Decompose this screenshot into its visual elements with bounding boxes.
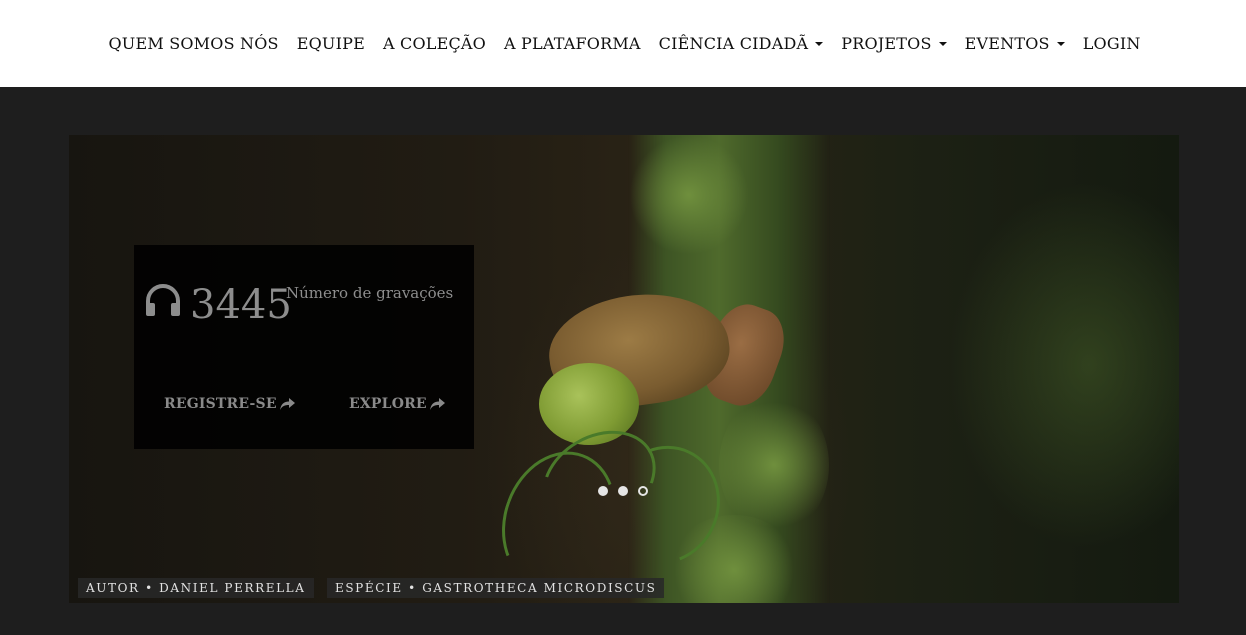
nav-item-login[interactable]: LOGIN xyxy=(1074,34,1150,53)
nav-item-ciencia-cidada[interactable]: CIÊNCIA CIDADÃ xyxy=(650,34,833,53)
top-navbar: QUEM SOMOS NÓS EQUIPE A COLEÇÃO A PLATAF… xyxy=(0,0,1246,87)
headphones-icon xyxy=(146,284,180,316)
caret-down-icon xyxy=(1056,42,1065,46)
nav-menu: QUEM SOMOS NÓS EQUIPE A COLEÇÃO A PLATAF… xyxy=(99,34,1149,53)
caret-down-icon xyxy=(815,42,824,46)
caret-down-icon xyxy=(938,42,947,46)
recordings-count: 3445 xyxy=(190,282,292,328)
nav-item-label: A COLEÇÃO xyxy=(382,34,486,53)
nav-item-eventos[interactable]: EVENTOS xyxy=(956,34,1074,53)
carousel-dot-2[interactable] xyxy=(618,486,628,496)
nav-item-label: EVENTOS xyxy=(964,34,1050,53)
nav-item-label: EQUIPE xyxy=(296,34,365,53)
carousel-dot-1[interactable] xyxy=(598,486,608,496)
nav-item-a-colecao[interactable]: A COLEÇÃO xyxy=(374,34,495,53)
nav-item-label: CIÊNCIA CIDADÃ xyxy=(658,34,809,53)
nav-item-a-plataforma[interactable]: A PLATAFORMA xyxy=(495,34,650,53)
explore-link[interactable]: EXPLORE xyxy=(349,396,445,412)
nav-item-projetos[interactable]: PROJETOS xyxy=(832,34,955,53)
register-label: REGISTRE-SE xyxy=(164,396,277,412)
nav-item-quem-somos-nos[interactable]: QUEM SOMOS NÓS xyxy=(99,34,287,53)
nav-item-label: PROJETOS xyxy=(841,34,932,53)
share-arrow-icon xyxy=(429,397,445,410)
moss-shape xyxy=(719,395,829,535)
nav-item-label: A PLATAFORMA xyxy=(504,34,641,53)
moss-shape xyxy=(629,135,749,255)
nav-item-label: LOGIN xyxy=(1082,34,1141,53)
stats-overlay: 3445 Número de gravações REGISTRE-SE EXP… xyxy=(134,245,474,449)
carousel-indicators xyxy=(598,486,648,496)
share-arrow-icon xyxy=(279,397,295,410)
nav-item-label: QUEM SOMOS NÓS xyxy=(108,34,279,53)
carousel-dot-3-active[interactable] xyxy=(638,486,648,496)
species-caption: ESPÉCIE • GASTROTHECA MICRODISCUS xyxy=(327,578,665,598)
explore-label: EXPLORE xyxy=(349,396,427,412)
register-link[interactable]: REGISTRE-SE xyxy=(164,396,295,412)
nav-item-equipe[interactable]: EQUIPE xyxy=(288,34,374,53)
recordings-label: Número de gravações xyxy=(286,284,454,302)
author-caption: AUTOR • DANIEL PERRELLA xyxy=(78,578,314,598)
